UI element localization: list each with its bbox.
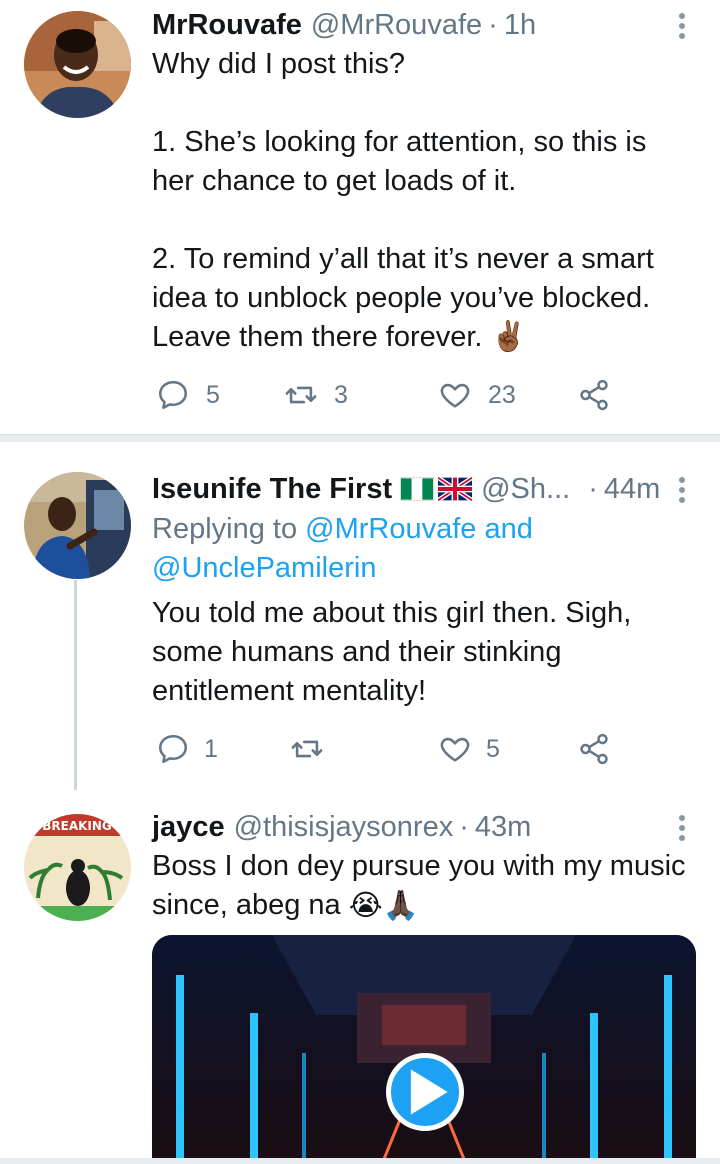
- avatar-image: [24, 472, 131, 579]
- tweet-mrrouvafe[interactable]: MrRouvafe @MrRouvafe · 1h Why did I post…: [0, 0, 720, 430]
- handle[interactable]: @thisisjaysonrex: [234, 807, 454, 847]
- like-button[interactable]: 23: [438, 375, 516, 415]
- display-name[interactable]: jayce: [152, 807, 225, 847]
- reply-count: 5: [206, 380, 220, 409]
- retweet-button[interactable]: 3: [284, 375, 348, 415]
- replying-and[interactable]: and: [476, 513, 532, 545]
- mention-link[interactable]: @UnclePamilerin: [152, 552, 376, 584]
- avatar[interactable]: [24, 472, 131, 579]
- timestamp[interactable]: 1h: [504, 5, 536, 45]
- reply-count: 1: [204, 734, 218, 763]
- like-count: 5: [486, 734, 500, 763]
- timestamp[interactable]: 44m: [604, 469, 660, 509]
- tweet-text: Why did I post this? 1. She’s looking fo…: [152, 45, 692, 357]
- retweet-button[interactable]: [290, 729, 324, 769]
- tweet-paragraph: Why did I post this?: [152, 48, 406, 80]
- like-count: 23: [488, 380, 516, 409]
- reply-icon: [158, 380, 188, 410]
- emoji-group: 😭🙏🏿: [348, 889, 419, 922]
- mention-link[interactable]: @MrRouvafe: [305, 513, 476, 545]
- share-icon: [580, 379, 608, 411]
- reply-button[interactable]: 5: [156, 375, 220, 415]
- replying-to: Replying to @MrRouvafe and @UnclePamiler…: [152, 510, 692, 588]
- more-vertical-icon[interactable]: [674, 9, 690, 43]
- share-button[interactable]: [577, 375, 611, 415]
- retweet-icon: [291, 740, 323, 758]
- like-button[interactable]: 5: [438, 729, 500, 769]
- tweet-separator: [0, 434, 720, 442]
- separator-dot: ·: [588, 473, 598, 505]
- tweet-text: Boss I don dey pursue you with my music …: [152, 847, 692, 926]
- retweet-count: 3: [334, 380, 348, 409]
- reply-icon: [158, 734, 188, 764]
- tweet-paragraph: 1. She’s looking for attention, so this …: [152, 126, 647, 197]
- nigeria-flag-icon: [400, 477, 435, 501]
- separator-dot: ·: [459, 811, 469, 843]
- tweet-text-main: Boss I don dey pursue you with my music …: [152, 850, 686, 921]
- avatar-image: BREAKING: [24, 814, 131, 921]
- tweet-header: Iseunife The First @Sh... · 44m: [152, 469, 660, 509]
- handle[interactable]: @MrRouvafe: [311, 5, 482, 45]
- replying-prefix: Replying to: [152, 513, 306, 545]
- avatar[interactable]: BREAKING: [24, 814, 131, 921]
- heart-icon: [440, 737, 470, 762]
- tweet-actions: 1 5: [152, 729, 622, 769]
- heart-icon: [440, 383, 470, 408]
- retweet-icon: [285, 386, 317, 404]
- tweet-header: MrRouvafe @MrRouvafe · 1h: [152, 5, 536, 45]
- avatar[interactable]: [24, 11, 131, 118]
- tweet-paragraph: 2. To remind y’all that it’s never a sma…: [152, 243, 654, 353]
- tweet-iseunife[interactable]: Iseunife The First @Sh... · 44m Replying…: [0, 442, 720, 802]
- reply-button[interactable]: 1: [156, 729, 218, 769]
- tweet-header: jayce @thisisjaysonrex · 43m: [152, 807, 531, 847]
- avatar-logo-text: BREAKING: [42, 819, 112, 833]
- play-button[interactable]: [386, 1053, 464, 1131]
- timestamp[interactable]: 43m: [475, 807, 531, 847]
- display-name[interactable]: Iseunife The First: [152, 469, 392, 509]
- separator-dot: ·: [488, 9, 498, 41]
- tweet-actions: 5 3 23: [152, 375, 622, 415]
- more-vertical-icon[interactable]: [674, 473, 690, 507]
- share-icon: [580, 733, 608, 765]
- more-vertical-icon[interactable]: [674, 811, 690, 845]
- uk-flag-icon: [438, 477, 473, 501]
- video-thumbnail[interactable]: [152, 935, 696, 1164]
- bottom-divider: [0, 1158, 720, 1164]
- share-button[interactable]: [577, 729, 611, 769]
- display-name[interactable]: MrRouvafe: [152, 5, 302, 45]
- play-icon: [410, 1069, 448, 1115]
- handle[interactable]: @Sh...: [481, 469, 570, 509]
- tweet-text: You told me about this girl then. Sigh, …: [152, 597, 632, 707]
- avatar-image: [24, 11, 131, 118]
